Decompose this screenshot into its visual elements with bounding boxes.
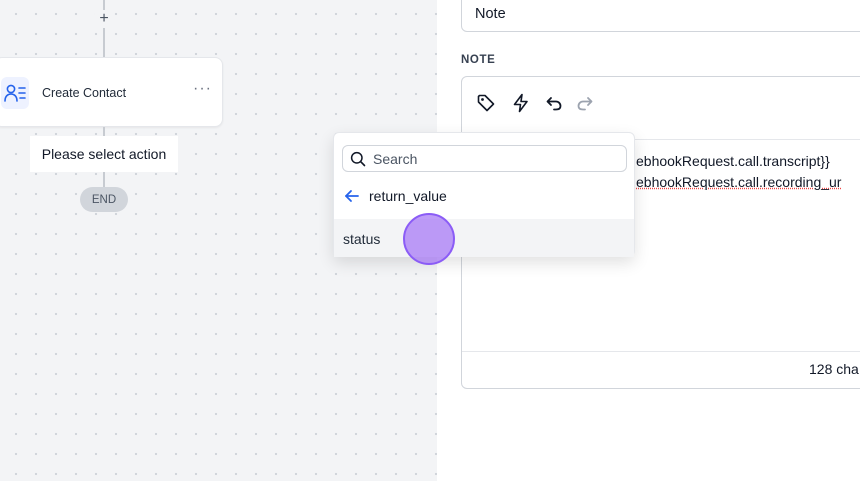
action-type-field[interactable]: Note	[461, 0, 860, 32]
connector-line	[103, 28, 105, 57]
undo-icon[interactable]	[542, 91, 566, 115]
search-icon	[350, 151, 366, 172]
character-count: 128 cha	[809, 361, 859, 377]
search-input[interactable]	[373, 149, 618, 168]
user-list-icon	[1, 77, 29, 109]
redo-icon[interactable]	[573, 91, 597, 115]
connector-line	[103, 172, 105, 187]
node-menu-button[interactable]: ···	[193, 80, 212, 98]
editor-footer-divider	[462, 351, 860, 352]
tag-icon[interactable]	[474, 91, 498, 115]
editor-text-line: ebhookRequest.call.recording_ur	[636, 174, 841, 190]
editor-text-line: ebhookRequest.call.transcript}}	[636, 153, 830, 169]
add-step-button[interactable]: +	[95, 10, 113, 28]
connector-line	[103, 0, 105, 10]
back-label: return_value	[369, 188, 447, 204]
create-contact-node[interactable]: Create Contact ···	[0, 57, 223, 127]
connector-line	[103, 127, 105, 136]
search-box[interactable]	[342, 145, 627, 172]
select-action-placeholder[interactable]: Please select action	[30, 136, 178, 172]
list-item[interactable]: status	[334, 219, 634, 257]
back-button[interactable]: return_value	[334, 181, 634, 211]
arrow-left-icon	[344, 188, 360, 209]
node-title: Create Contact	[42, 86, 126, 100]
end-node: END	[80, 187, 128, 212]
lightning-icon[interactable]	[509, 91, 533, 115]
option-label: status	[343, 231, 380, 247]
variable-picker-dropdown: return_value status	[333, 132, 635, 257]
note-section-label: NOTE	[461, 54, 495, 66]
